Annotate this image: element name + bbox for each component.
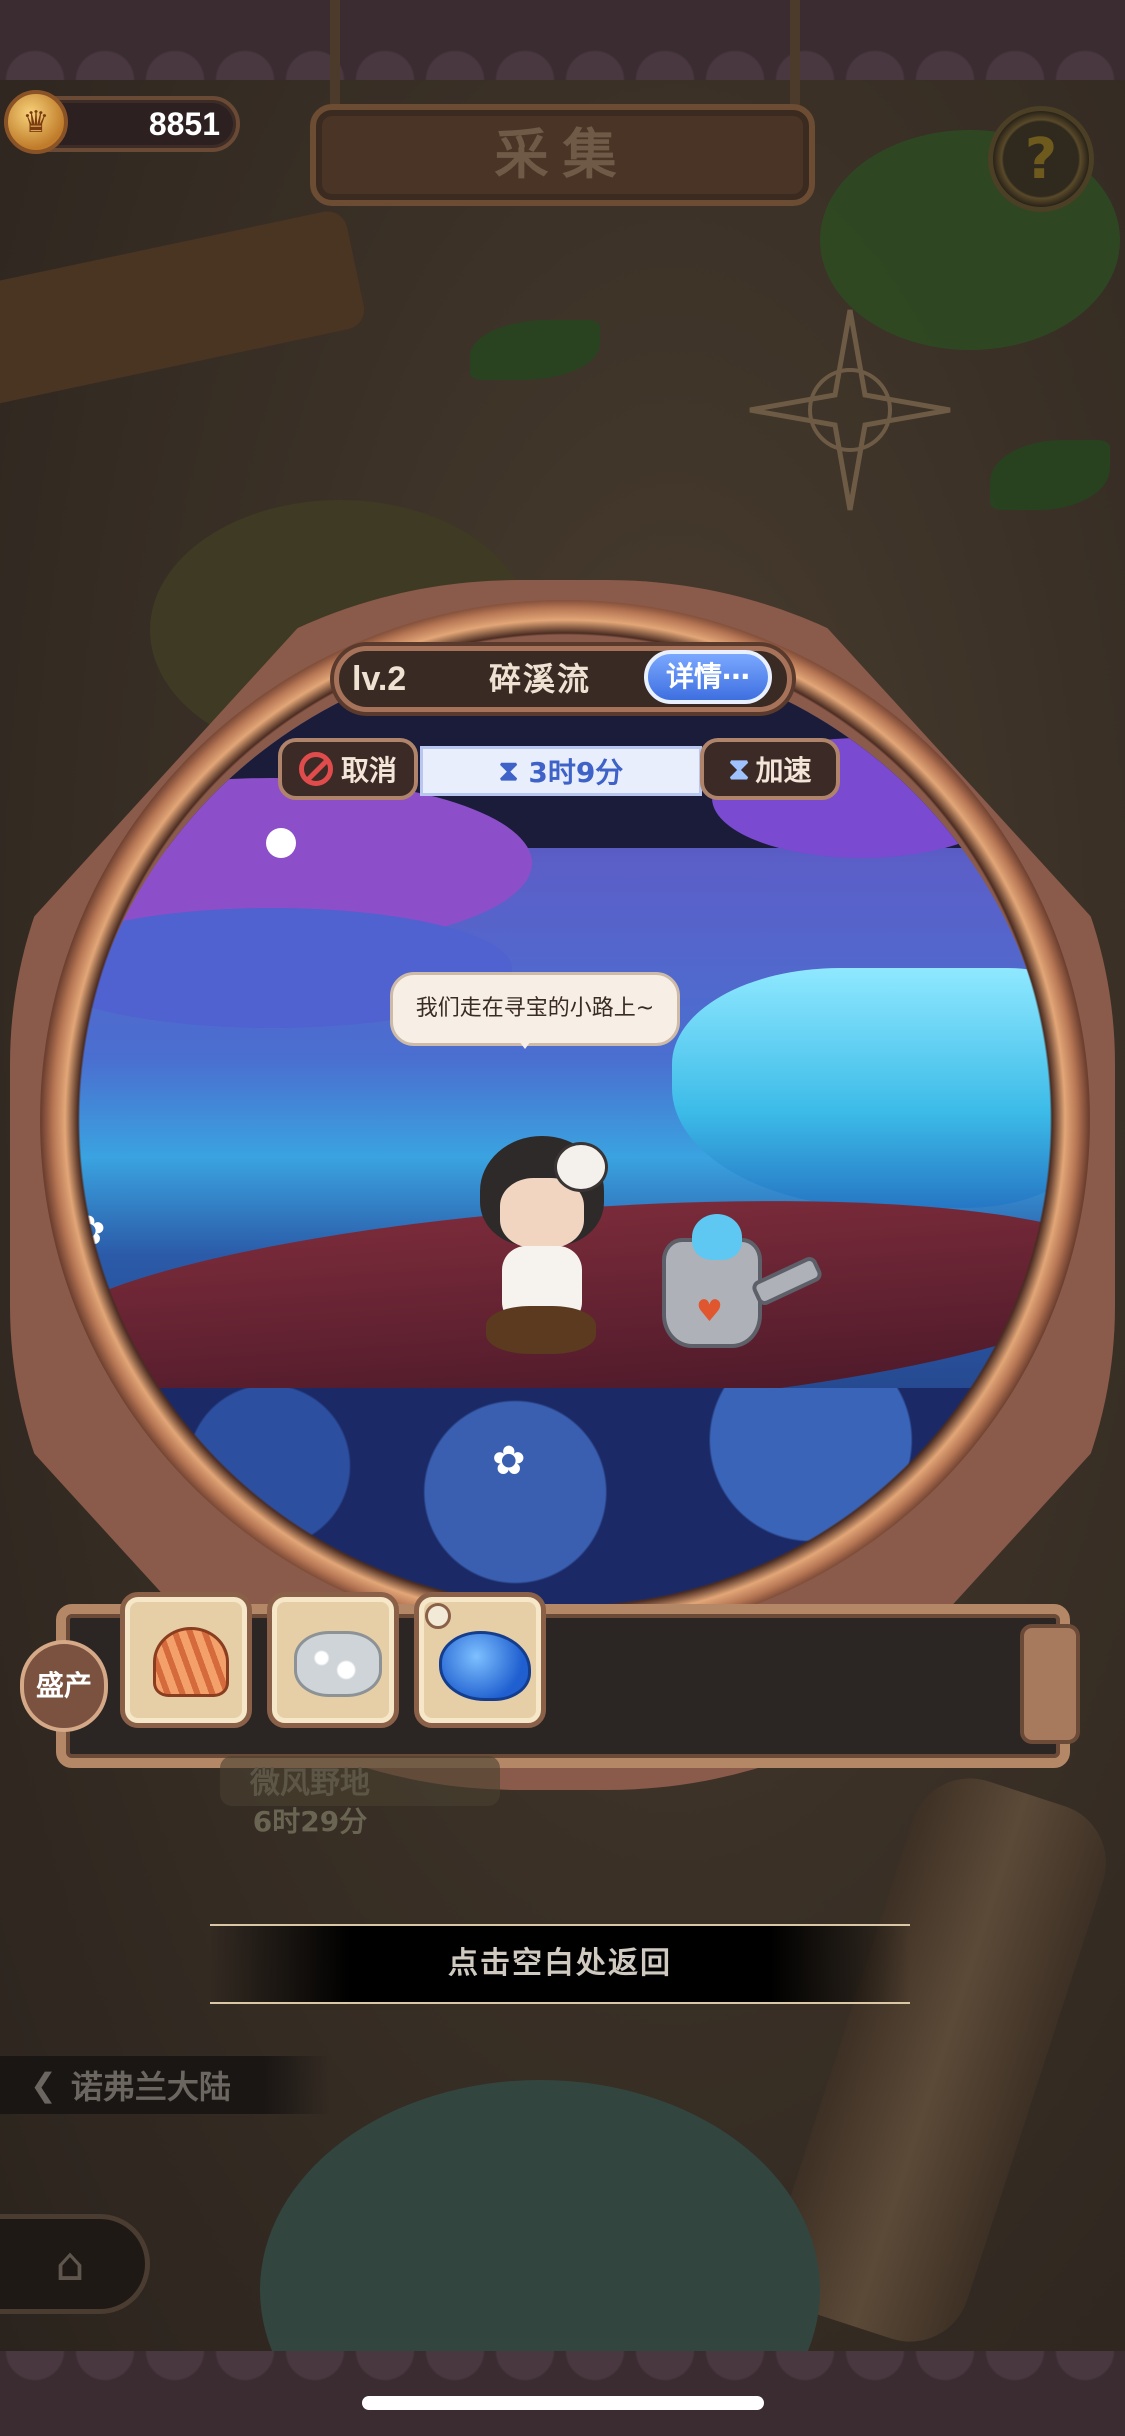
produce-item-shell[interactable] bbox=[120, 1592, 252, 1728]
region-name: 诺弗兰大陆 bbox=[70, 2068, 231, 2106]
region-back-button[interactable]: ❮ 诺弗兰大陆 bbox=[0, 2056, 330, 2114]
rope bbox=[790, 0, 800, 110]
rope bbox=[330, 0, 340, 110]
return-hint: 点击空白处返回 bbox=[448, 1946, 672, 1981]
home-icon: ⌂ bbox=[55, 2237, 85, 2291]
cancel-label: 取消 bbox=[340, 754, 397, 787]
speed-up-button[interactable]: ⧗ 加速 bbox=[700, 738, 840, 800]
leaf-decoration bbox=[990, 440, 1110, 510]
more-dots-icon: ⋯ bbox=[722, 660, 750, 693]
top-border bbox=[0, 0, 1125, 80]
cancel-icon bbox=[298, 752, 333, 786]
produce-item-salt[interactable] bbox=[267, 1592, 399, 1728]
home-button[interactable]: ⌂ bbox=[0, 2214, 150, 2314]
salt-crystal-icon bbox=[294, 1631, 382, 1697]
produce-item-slime[interactable] bbox=[414, 1592, 546, 1728]
coin-value: 8851 bbox=[148, 106, 220, 142]
produce-bar-post bbox=[1020, 1624, 1080, 1744]
speed-label: 加速 bbox=[755, 754, 812, 787]
compass-rose-icon bbox=[749, 309, 951, 511]
wood-plank bbox=[0, 207, 368, 413]
cancel-button[interactable]: 取消 bbox=[278, 738, 418, 800]
produce-label: 盛产 bbox=[20, 1640, 108, 1732]
gathering-screen[interactable]: ♛ 8851 采集 ? ♥ ✿ ✿ 我们走在寻宝的小路上~ bbox=[0, 0, 1125, 2436]
speech-bubble: 我们走在寻宝的小路上~ bbox=[390, 972, 680, 1049]
detail-button[interactable]: 详情⋯ bbox=[644, 650, 772, 704]
leaf-decoration bbox=[470, 320, 600, 380]
location-level: lv.2 bbox=[352, 660, 407, 698]
moon-dot bbox=[266, 828, 296, 858]
faded-location-time: 6时29分 bbox=[252, 1805, 368, 1838]
hourglass-speed-icon: ⧗ bbox=[728, 751, 750, 787]
bottom-border bbox=[0, 2351, 1125, 2436]
timer-value: 3时9分 bbox=[528, 756, 624, 789]
detail-label: 详情 bbox=[665, 660, 722, 693]
crown-coin-icon: ♛ bbox=[4, 90, 68, 154]
location-name: 碎溪流 bbox=[488, 660, 591, 698]
question-icon: ? bbox=[1024, 126, 1058, 192]
faded-location-name: 微风野地 bbox=[250, 1766, 370, 1801]
home-indicator[interactable] bbox=[362, 2396, 764, 2410]
clock-icon bbox=[425, 1603, 451, 1629]
chevron-left-icon: ❮ bbox=[30, 2066, 57, 2104]
shell-icon bbox=[153, 1627, 229, 1697]
page-title: 采集 bbox=[494, 123, 631, 186]
timer-display: ⧗ 3时9分 bbox=[420, 746, 702, 796]
help-button[interactable]: ? bbox=[988, 106, 1094, 212]
hourglass-icon: ⧗ bbox=[498, 754, 519, 787]
blue-slime-icon bbox=[439, 1631, 531, 1701]
